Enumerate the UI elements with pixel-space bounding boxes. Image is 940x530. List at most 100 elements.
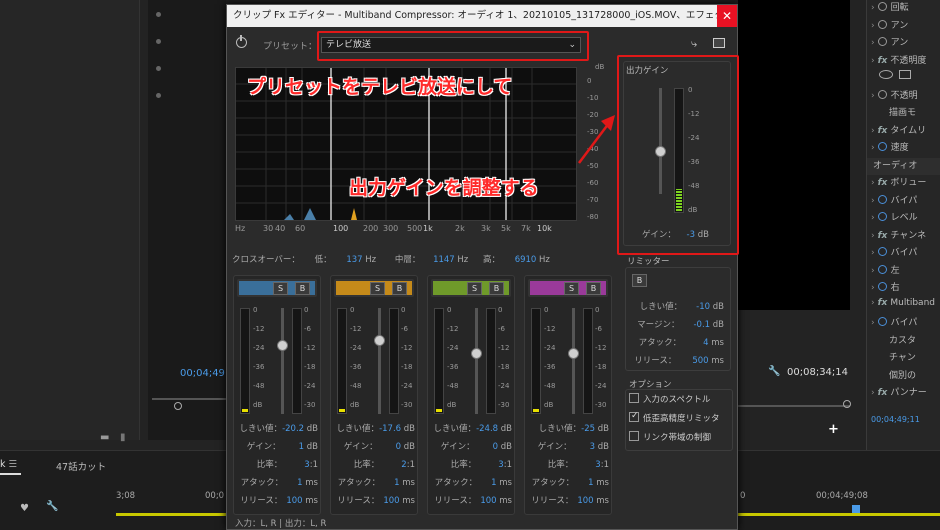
- preset-select[interactable]: テレビ放送 ⌄: [321, 37, 581, 53]
- band-4-gain-value[interactable]: 3: [590, 442, 595, 452]
- disclosure-icon[interactable]: ›: [871, 126, 875, 136]
- limiter-bypass-button[interactable]: B: [632, 274, 647, 287]
- timeline-tab-active[interactable]: k ☰: [0, 459, 22, 475]
- effect-property-row[interactable]: チャン: [867, 350, 940, 367]
- stopwatch-icon[interactable]: [877, 37, 887, 46]
- fx-icon[interactable]: fx: [878, 231, 888, 241]
- effect-property-row[interactable]: › fx 不透明度: [867, 53, 940, 70]
- effect-property-row[interactable]: › fx パンナー: [867, 385, 940, 402]
- effect-property-row[interactable]: [867, 70, 940, 87]
- fx-icon[interactable]: fx: [878, 298, 888, 308]
- close-button[interactable]: ✕: [717, 5, 737, 27]
- stopwatch-icon[interactable]: [877, 282, 887, 291]
- stopwatch-icon[interactable]: [877, 142, 887, 151]
- band-1-header[interactable]: S B: [237, 279, 317, 297]
- disclosure-icon[interactable]: ›: [871, 3, 875, 13]
- disclosure-icon[interactable]: ›: [871, 38, 875, 48]
- band-4-threshold-value[interactable]: -25: [581, 424, 595, 434]
- effect-property-row[interactable]: カスタ: [867, 333, 940, 350]
- band-4-bypass-button[interactable]: B: [586, 282, 601, 295]
- ellipse-mask-icon[interactable]: [879, 70, 893, 79]
- band-4-solo-button[interactable]: S: [564, 282, 579, 295]
- crossover-low-value[interactable]: 137: [346, 255, 362, 265]
- band-2-threshold-track[interactable]: [378, 308, 381, 414]
- band-2-threshold-value[interactable]: -17.6: [379, 424, 401, 434]
- program-playhead[interactable]: [843, 400, 851, 408]
- band-3-bypass-button[interactable]: B: [489, 282, 504, 295]
- disclosure-icon[interactable]: ›: [871, 21, 875, 31]
- option-checkbox[interactable]: [629, 431, 639, 441]
- timeline-tab-sequence[interactable]: 47話カット: [56, 459, 106, 473]
- crossover-high-value[interactable]: 6910: [515, 255, 537, 265]
- effect-property-row[interactable]: オーディオ: [867, 157, 940, 175]
- band-4-attack-value[interactable]: 1: [588, 478, 593, 488]
- stopwatch-icon[interactable]: [877, 2, 887, 11]
- option-checkbox[interactable]: ✓: [629, 411, 639, 422]
- program-wrench-icon[interactable]: 🔧: [768, 366, 780, 377]
- band-1-gain-value[interactable]: 1: [299, 442, 304, 452]
- preset-menu-icon[interactable]: [713, 38, 725, 48]
- stopwatch-icon[interactable]: [877, 194, 887, 204]
- option-item[interactable]: ✓ 低歪高精度リミッタ: [629, 411, 720, 424]
- band-4-release-value[interactable]: 100: [577, 496, 593, 506]
- band-2-threshold-knob[interactable]: [374, 335, 385, 346]
- band-4-threshold-track[interactable]: [572, 308, 575, 414]
- option-checkbox[interactable]: [629, 393, 639, 403]
- effect-property-row[interactable]: 描画モ: [867, 105, 940, 122]
- wrench-icon[interactable]: 🔧: [46, 501, 58, 512]
- effect-property-row[interactable]: › fx Multiband: [867, 298, 940, 315]
- timeline-playhead[interactable]: [852, 505, 860, 513]
- add-icon[interactable]: +: [828, 422, 839, 437]
- effect-property-row[interactable]: › fx ボリュー: [867, 175, 940, 192]
- source-playhead[interactable]: [174, 402, 182, 410]
- band-3-threshold-track[interactable]: [475, 308, 478, 414]
- effect-property-row[interactable]: › アン: [867, 35, 940, 52]
- folder-icon[interactable]: ▬: [100, 432, 109, 443]
- fx-icon[interactable]: fx: [878, 56, 888, 66]
- limiter-margin-value[interactable]: -0.1: [693, 320, 710, 330]
- band-2-bypass-button[interactable]: B: [392, 282, 407, 295]
- limiter-threshold-value[interactable]: -10: [696, 302, 710, 312]
- effect-property-row[interactable]: › レベル: [867, 210, 940, 227]
- band-2-header[interactable]: S B: [334, 279, 414, 297]
- band-1-bypass-button[interactable]: B: [295, 282, 310, 295]
- disclosure-icon[interactable]: ›: [871, 213, 875, 223]
- disclosure-icon[interactable]: ›: [871, 298, 875, 308]
- disclosure-icon[interactable]: ›: [871, 318, 875, 328]
- rect-mask-icon[interactable]: [899, 70, 911, 79]
- band-3-attack-value[interactable]: 1: [491, 478, 496, 488]
- effect-property-row[interactable]: 00;04;49;11: [867, 415, 940, 432]
- effect-property-row[interactable]: › 右: [867, 280, 940, 297]
- effect-property-row[interactable]: › バイパ: [867, 193, 940, 210]
- limiter-release-value[interactable]: 500: [692, 356, 708, 366]
- band-2-solo-button[interactable]: S: [370, 282, 385, 295]
- fx-icon[interactable]: fx: [878, 178, 888, 188]
- fx-icon[interactable]: fx: [878, 388, 888, 398]
- band-2-release-value[interactable]: 100: [383, 496, 399, 506]
- band-2-attack-value[interactable]: 1: [394, 478, 399, 488]
- disclosure-icon[interactable]: ›: [871, 388, 875, 398]
- marker-icon[interactable]: ♥: [20, 503, 29, 514]
- disclosure-icon[interactable]: ›: [871, 143, 875, 153]
- stopwatch-icon[interactable]: [877, 89, 887, 99]
- tab-menu-icon[interactable]: ☰: [9, 459, 18, 470]
- effect-property-row[interactable]: 個別の: [867, 368, 940, 385]
- stopwatch-icon[interactable]: [877, 247, 887, 256]
- power-icon[interactable]: [236, 35, 247, 48]
- option-item[interactable]: リンク帯域の制御: [629, 431, 711, 443]
- band-1-threshold-value[interactable]: -20.2: [282, 424, 304, 434]
- output-gain-knob[interactable]: [655, 146, 666, 157]
- source-scrubber[interactable]: [152, 398, 226, 400]
- effect-property-row[interactable]: › 速度: [867, 140, 940, 157]
- effect-property-row[interactable]: › fx チャンネ: [867, 228, 940, 245]
- disclosure-icon[interactable]: ›: [871, 283, 875, 293]
- band-3-threshold-value[interactable]: -24.8: [476, 424, 498, 434]
- output-gain-track[interactable]: [659, 88, 662, 194]
- stopwatch-icon[interactable]: [877, 317, 887, 326]
- route-icon[interactable]: ⤷: [691, 37, 697, 51]
- band-2-gain-value[interactable]: 0: [396, 442, 401, 452]
- effect-property-row[interactable]: › 不透明: [867, 88, 940, 105]
- effect-property-row[interactable]: › バイパ: [867, 315, 940, 332]
- stopwatch-icon[interactable]: [877, 212, 887, 221]
- stopwatch-icon[interactable]: [877, 264, 887, 274]
